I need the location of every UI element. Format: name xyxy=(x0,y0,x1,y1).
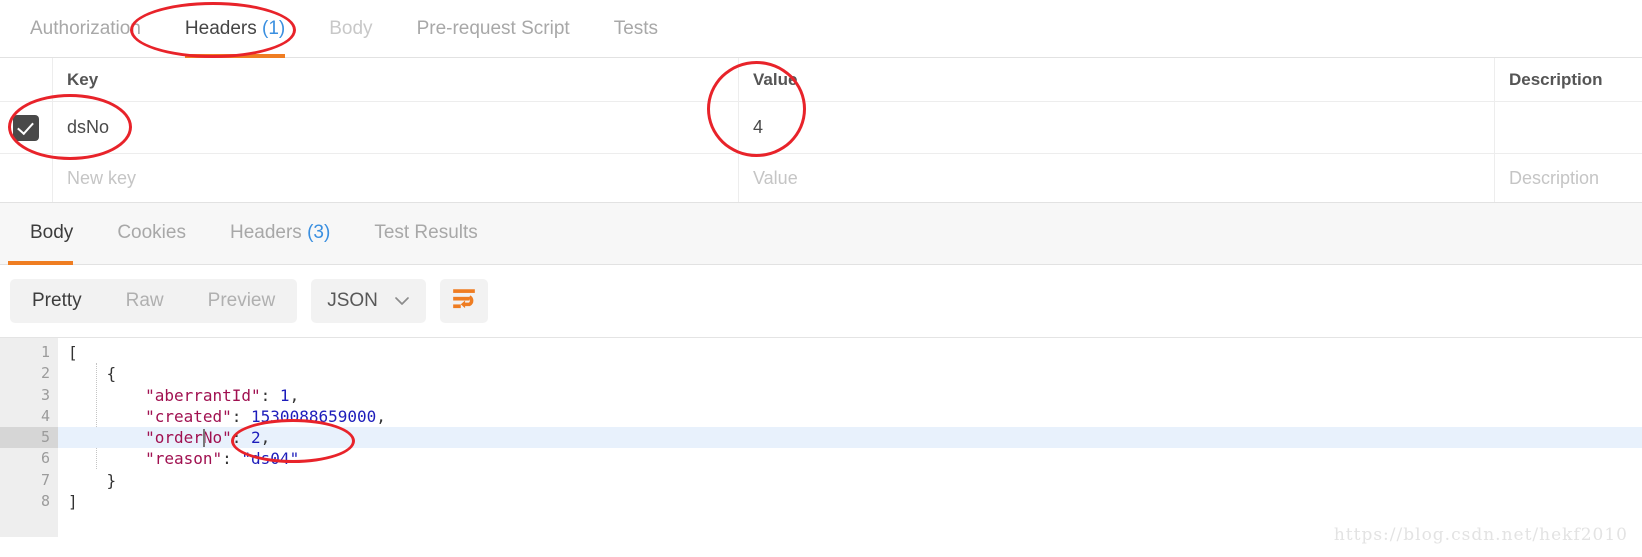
headers-table: Key Value Description dsNo 4 New key Val… xyxy=(0,58,1642,203)
code-line: "created": 1530088659000, xyxy=(145,406,386,426)
word-wrap-icon xyxy=(451,287,477,316)
column-header-value: Value xyxy=(738,58,1494,101)
new-value-input[interactable]: Value xyxy=(738,154,1494,202)
response-code-viewer[interactable]: 1 2 3 4 5 6 7 8 [ { "aberrantId": 1, "cr… xyxy=(0,337,1642,537)
tab-response-headers[interactable]: Headers (3) xyxy=(208,203,352,265)
tab-pre-request-script-label: Pre-request Script xyxy=(416,17,570,39)
tab-headers[interactable]: Headers (1) xyxy=(163,0,307,58)
line-number: 8 xyxy=(40,492,50,511)
watermark-text: https://blog.csdn.net/hekf2010 xyxy=(1333,525,1628,545)
chevron-down-icon xyxy=(394,293,410,309)
view-mode-raw[interactable]: Raw xyxy=(104,279,186,323)
row-description-input[interactable] xyxy=(1494,102,1642,153)
tab-response-body[interactable]: Body xyxy=(8,203,95,265)
response-tab-bar: Body Cookies Headers (3) Test Results xyxy=(0,203,1642,265)
word-wrap-button[interactable] xyxy=(439,279,488,323)
code-line: "reason": "ds04" xyxy=(145,449,300,469)
line-number: 4 xyxy=(40,406,50,425)
table-row[interactable]: dsNo 4 xyxy=(0,102,1642,154)
tab-tests-label: Tests xyxy=(613,17,659,39)
tab-response-body-label: Body xyxy=(30,221,74,243)
table-new-row[interactable]: New key Value Description xyxy=(0,154,1642,202)
new-key-input[interactable]: New key xyxy=(52,154,738,202)
code-line: "aberrantId": 1, xyxy=(145,385,300,405)
tab-headers-label: Headers xyxy=(184,17,257,39)
tab-headers-count: (1) xyxy=(262,17,286,39)
row-checkbox-cell xyxy=(0,102,52,153)
code-line: [ xyxy=(68,343,78,362)
format-select-value: JSON xyxy=(327,290,378,311)
tab-response-cookies[interactable]: Cookies xyxy=(95,203,208,265)
code-line: } xyxy=(106,470,117,490)
column-header-key: Key xyxy=(52,58,738,101)
code-line-active: "orderNo": 2, xyxy=(58,427,1642,449)
view-mode-pretty[interactable]: Pretty xyxy=(10,279,104,323)
code-line: ] xyxy=(68,492,78,512)
header-cell-checkbox xyxy=(0,58,52,101)
row-value-input[interactable]: 4 xyxy=(738,102,1494,153)
row-enabled-checkbox[interactable] xyxy=(13,114,39,141)
new-key-placeholder: New key xyxy=(67,167,137,188)
view-mode-preview[interactable]: Preview xyxy=(186,279,298,323)
headers-table-header-row: Key Value Description xyxy=(0,58,1642,102)
new-description-placeholder: Description xyxy=(1509,167,1600,188)
column-header-description: Description xyxy=(1494,58,1642,101)
tab-body-label: Body xyxy=(329,17,373,39)
code-content[interactable]: [ { "aberrantId": 1, "created": 15300886… xyxy=(58,338,1642,537)
line-number-active: 5 xyxy=(0,427,58,449)
new-row-checkbox-cell xyxy=(0,154,52,202)
view-mode-segmented-control: Pretty Raw Preview xyxy=(10,279,298,323)
tab-test-results[interactable]: Test Results xyxy=(352,203,499,265)
tab-response-headers-label: Headers xyxy=(229,221,302,243)
tab-pre-request-script[interactable]: Pre-request Script xyxy=(395,0,592,58)
tab-tests[interactable]: Tests xyxy=(592,0,680,58)
new-value-placeholder: Value xyxy=(753,167,798,188)
row-key-input[interactable]: dsNo xyxy=(52,102,738,153)
line-number-gutter: 1 2 3 4 5 6 7 8 xyxy=(0,338,58,537)
line-number: 1 xyxy=(40,343,50,361)
tab-authorization[interactable]: Authorization xyxy=(8,0,163,58)
tab-response-headers-count: (3) xyxy=(307,221,331,243)
new-description-input[interactable]: Description xyxy=(1494,154,1642,202)
tab-test-results-label: Test Results xyxy=(374,221,478,243)
request-tab-bar: Authorization Headers (1) Body Pre-reque… xyxy=(0,0,1642,58)
line-number: 7 xyxy=(40,470,50,489)
format-select[interactable]: JSON xyxy=(311,279,426,323)
code-line: { xyxy=(106,364,117,384)
line-number: 6 xyxy=(40,449,50,468)
tab-authorization-label: Authorization xyxy=(30,17,141,39)
line-number: 3 xyxy=(40,385,50,404)
text-caret xyxy=(203,429,205,448)
response-body-toolbar: Pretty Raw Preview JSON xyxy=(0,265,1642,337)
tab-response-cookies-label: Cookies xyxy=(117,221,186,243)
tab-body[interactable]: Body xyxy=(307,0,394,58)
line-number: 2 xyxy=(40,364,50,383)
